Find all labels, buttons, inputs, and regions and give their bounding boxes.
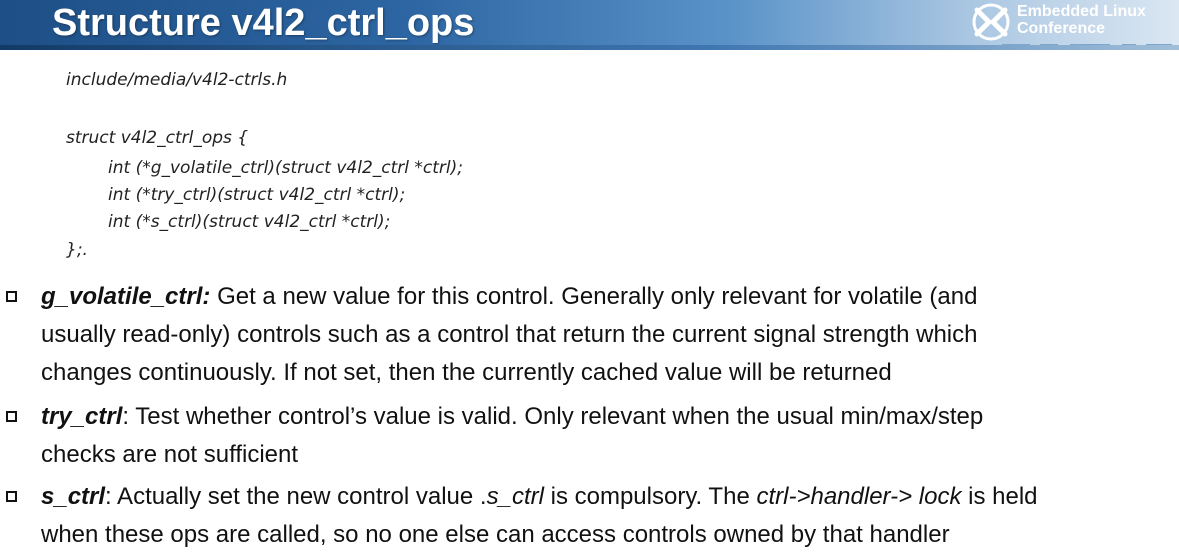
checkbox-bullet-icon: [6, 491, 17, 502]
bullet-text: is compulsory. The: [543, 483, 757, 510]
bullet-line: when these ops are called, so no one els…: [41, 521, 950, 548]
header-decoration: [1070, 44, 1110, 47]
logo-line-2: Conference: [1017, 20, 1106, 37]
bullet-line: g_volatile_ctrl: Get a new value for thi…: [41, 282, 977, 312]
header-decoration: [1122, 44, 1136, 47]
conference-logo: Embedded Linux Conference: [969, 0, 1179, 44]
inline-code: s_ctrl: [486, 483, 544, 510]
checkbox-bullet-icon: [6, 411, 17, 422]
bullet-term: g_volatile_ctrl: [41, 283, 203, 310]
inline-code: ctrl->handler-> lock: [756, 483, 962, 510]
slide-title: Structure v4l2_ctrl_ops: [52, 2, 475, 44]
header-decoration: [1040, 44, 1058, 47]
bullet-line: usually read-only) controls such as a co…: [41, 321, 978, 348]
code-line: int (*try_ctrl)(struct v4l2_ctrl *ctrl);: [108, 185, 406, 205]
bullet-text: : Actually set the new control value .: [105, 483, 487, 510]
bullet-text: : Test whether control’s value is valid.…: [122, 403, 984, 430]
bullet-term: try_ctrl: [41, 403, 123, 430]
code-line: struct v4l2_ctrl_ops {: [66, 128, 249, 148]
code-line: int (*s_ctrl)(struct v4l2_ctrl *ctrl);: [108, 212, 391, 232]
slide-header: Structure v4l2_ctrl_ops Embedded Linux C…: [0, 0, 1179, 50]
checkbox-bullet-icon: [6, 291, 17, 302]
bullet-line: changes continuously. If not set, then t…: [41, 359, 892, 386]
bullet-text: Get a new value for this control. Genera…: [210, 283, 978, 310]
bullet-line: try_ctrl: Test whether control’s value i…: [41, 402, 983, 432]
elc-logo-icon: [972, 3, 1010, 41]
header-decoration: [1002, 44, 1030, 47]
bullet-term: s_ctrl: [41, 483, 106, 510]
logo-line-1: Embedded Linux: [1017, 3, 1146, 20]
bullet-line: s_ctrl: Actually set the new control val…: [41, 482, 1038, 512]
bullet-text: is held: [961, 483, 1038, 510]
code-line: };.: [66, 240, 88, 260]
bullet-line: checks are not sufficient: [41, 441, 299, 468]
code-line: int (*g_volatile_ctrl)(struct v4l2_ctrl …: [108, 158, 463, 178]
header-file-path: include/media/v4l2-ctrls.h: [66, 70, 288, 90]
header-decoration: [1146, 44, 1172, 47]
logo-text: Embedded Linux Conference: [1017, 3, 1146, 37]
